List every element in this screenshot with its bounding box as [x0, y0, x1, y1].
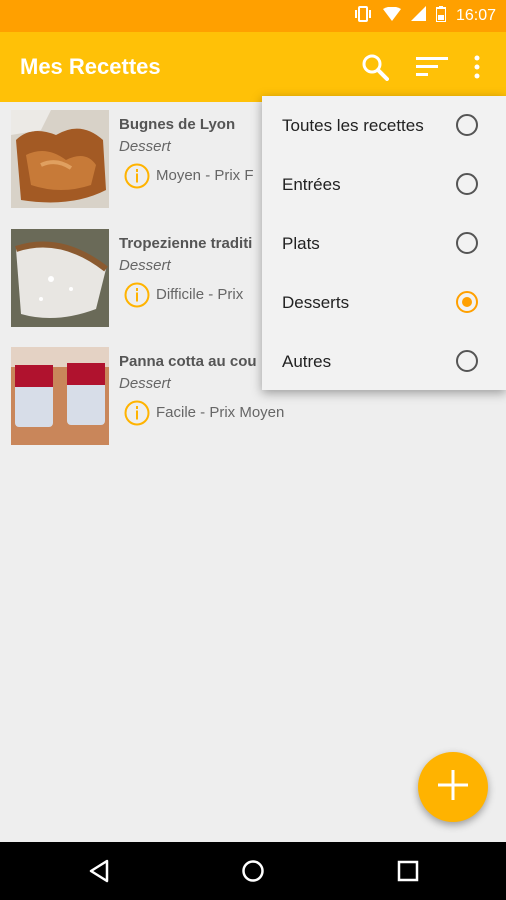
filter-option-label: Plats	[282, 234, 320, 253]
recipe-meta: Moyen - Prix F	[156, 167, 254, 184]
recipe-title: Tropezienne traditi	[119, 235, 253, 252]
filter-option-label: Entrées	[282, 175, 341, 194]
search-icon[interactable]	[358, 50, 392, 84]
app-bar: Mes Recettes	[0, 32, 506, 102]
filter-option-autres[interactable]: Autres	[262, 332, 506, 391]
info-icon	[124, 282, 150, 308]
info-icon	[124, 163, 150, 189]
recipe-title: Bugnes de Lyon	[119, 116, 236, 133]
recipe-thumbnail	[11, 110, 109, 208]
radio-button[interactable]	[456, 350, 478, 372]
filter-option-desserts[interactable]: Desserts	[262, 273, 506, 332]
navigation-bar	[0, 842, 506, 900]
battery-icon	[434, 5, 447, 27]
add-recipe-button[interactable]	[418, 752, 488, 822]
recipe-meta: Facile - Prix Moyen	[156, 404, 285, 421]
filter-option-entrees[interactable]: Entrées	[262, 155, 506, 214]
radio-button-selected[interactable]	[456, 291, 478, 313]
recipe-thumbnail	[11, 347, 109, 445]
filter-option-all[interactable]: Toutes les recettes	[262, 96, 506, 155]
info-icon	[124, 400, 150, 426]
status-time: 16:07	[455, 7, 496, 24]
filter-option-label: Desserts	[282, 293, 350, 312]
more-vert-icon[interactable]	[460, 50, 494, 84]
radio-button[interactable]	[456, 114, 478, 136]
radio-button[interactable]	[456, 232, 478, 254]
radio-button[interactable]	[456, 173, 478, 195]
recipe-category: Dessert	[119, 257, 171, 274]
status-bar: 16:07	[0, 0, 506, 32]
filter-menu: Toutes les recettes Entrées Plats Desser…	[262, 96, 506, 390]
filter-option-label: Autres	[282, 352, 332, 371]
recipe-title: Panna cotta au cou	[119, 353, 257, 370]
filter-option-plats[interactable]: Plats	[262, 214, 506, 273]
home-icon[interactable]	[238, 856, 268, 886]
back-icon[interactable]	[84, 856, 114, 886]
recents-icon[interactable]	[393, 856, 423, 886]
wifi-icon	[382, 6, 401, 26]
plus-icon	[438, 769, 468, 805]
recipe-thumbnail	[11, 229, 109, 327]
recipe-meta: Difficile - Prix	[156, 286, 244, 303]
recipe-category: Dessert	[119, 138, 171, 155]
vibrate-icon	[353, 5, 373, 27]
sort-icon[interactable]	[415, 50, 449, 84]
recipe-category: Dessert	[119, 375, 171, 392]
app-title: Mes Recettes	[20, 54, 161, 79]
filter-option-label: Toutes les recettes	[282, 116, 424, 135]
signal-icon	[410, 6, 426, 26]
status-icons: 16:07	[353, 0, 496, 32]
